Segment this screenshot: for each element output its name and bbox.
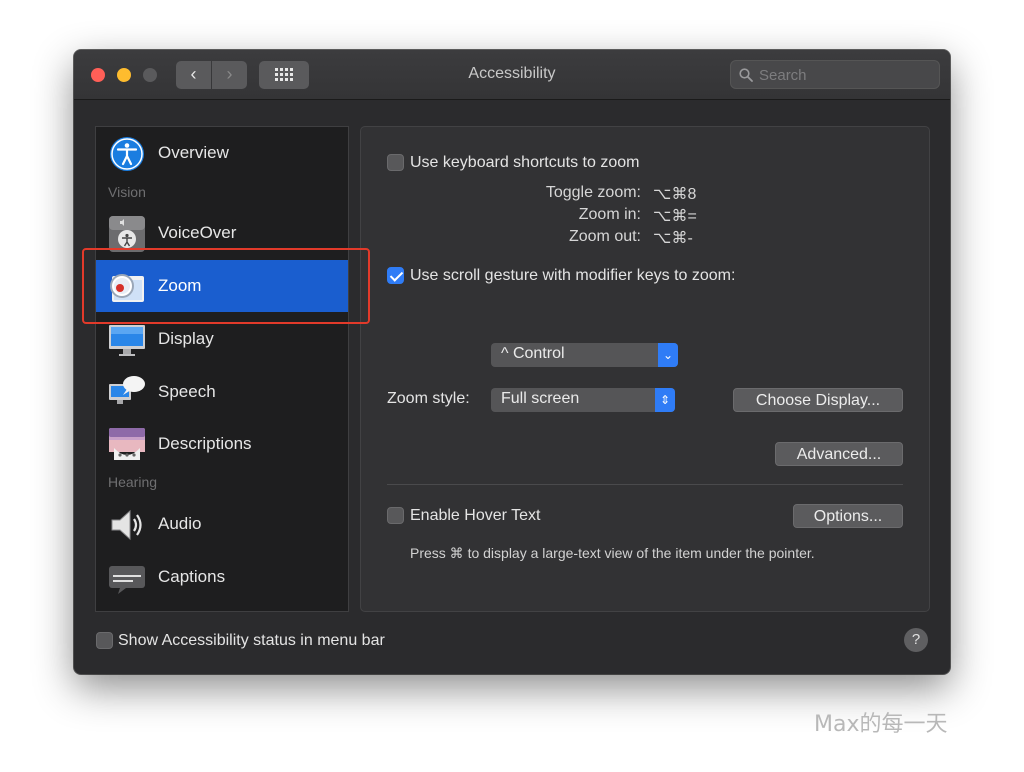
watermark: Max的每一天: [814, 712, 948, 737]
speech-icon: [109, 376, 145, 404]
hearing-header: Hearing: [108, 474, 158, 490]
hover-text-description: Press ⌘ to display a large-text view of …: [410, 545, 815, 561]
zoom-in-keys: ⌥⌘=: [653, 208, 697, 225]
descriptions-icon: [109, 428, 145, 460]
search-field[interactable]: [730, 60, 940, 89]
vision-header: Vision: [108, 184, 146, 200]
sidebar-item-label: Captions: [158, 567, 226, 586]
choose-display-button[interactable]: Choose Display...: [733, 388, 903, 412]
toggle-zoom-label: Toggle zoom:: [545, 184, 641, 201]
zoom-style-label: Zoom style:: [387, 390, 470, 407]
speaker-icon: [111, 509, 142, 541]
hover-text-label: Enable Hover Text: [410, 507, 541, 524]
show-status-label: Show Accessibility status in menu bar: [118, 632, 385, 649]
zoom-settings-pane: Use keyboard shortcuts to zoom Toggle zo…: [360, 126, 930, 612]
sidebar-item-label: Speech: [158, 382, 216, 401]
hover-text-checkbox[interactable]: [387, 507, 404, 524]
zoom-style-value: Full screen: [501, 390, 580, 407]
search-icon: [739, 68, 753, 82]
advanced-button[interactable]: Advanced...: [775, 442, 903, 466]
sidebar-item-label: VoiceOver: [158, 223, 237, 242]
sidebar-item-captions[interactable]: Captions: [96, 551, 348, 603]
section-divider: [387, 484, 903, 485]
sidebar-item-label: Display: [158, 329, 214, 348]
zoom-in-label: Zoom in:: [578, 206, 641, 223]
toggle-zoom-keys: ⌥⌘8: [653, 186, 697, 203]
keyboard-shortcuts-label: Use keyboard shortcuts to zoom: [410, 154, 640, 171]
show-status-checkbox[interactable]: [96, 632, 113, 649]
sidebar-item-speech[interactable]: Speech: [96, 366, 348, 418]
modifier-key-popup[interactable]: ^ Control ⌄: [491, 343, 678, 367]
sidebar-item-descriptions[interactable]: Descriptions: [96, 418, 348, 470]
scroll-gesture-label: Use scroll gesture with modifier keys to…: [410, 267, 736, 284]
up-down-arrows-icon: ⇕: [655, 388, 675, 412]
sidebar-item-label: Audio: [158, 514, 202, 533]
chevron-down-icon: ⌄: [658, 343, 678, 367]
keyboard-shortcuts-checkbox[interactable]: [387, 154, 404, 171]
sidebar-item-audio[interactable]: Audio: [96, 498, 348, 550]
help-button[interactable]: ?: [904, 628, 928, 652]
title-bar: ‹ › Accessibility: [74, 50, 950, 100]
display-icon: [109, 325, 145, 356]
sidebar-item-label: Overview: [158, 143, 229, 162]
zoom-out-label: Zoom out:: [568, 228, 641, 245]
accessibility-icon: [110, 137, 144, 171]
scroll-gesture-checkbox[interactable]: [387, 267, 404, 284]
zoom-style-popup[interactable]: Full screen ⇕: [491, 388, 675, 412]
zoom-highlight-box: [82, 248, 370, 324]
category-sidebar: Overview Vision VoiceOver Zoom Display S…: [95, 126, 349, 612]
hover-options-button[interactable]: Options...: [793, 504, 903, 528]
sidebar-item-label: Descriptions: [158, 434, 252, 453]
modifier-key-value: ^ Control: [501, 345, 565, 362]
zoom-out-keys: ⌥⌘-: [653, 230, 693, 247]
search-input[interactable]: [759, 65, 931, 85]
sidebar-item-overview[interactable]: Overview: [96, 127, 348, 179]
preferences-window: ‹ › Accessibility Search Overview Vision…: [74, 50, 950, 674]
captions-icon: [109, 566, 145, 594]
